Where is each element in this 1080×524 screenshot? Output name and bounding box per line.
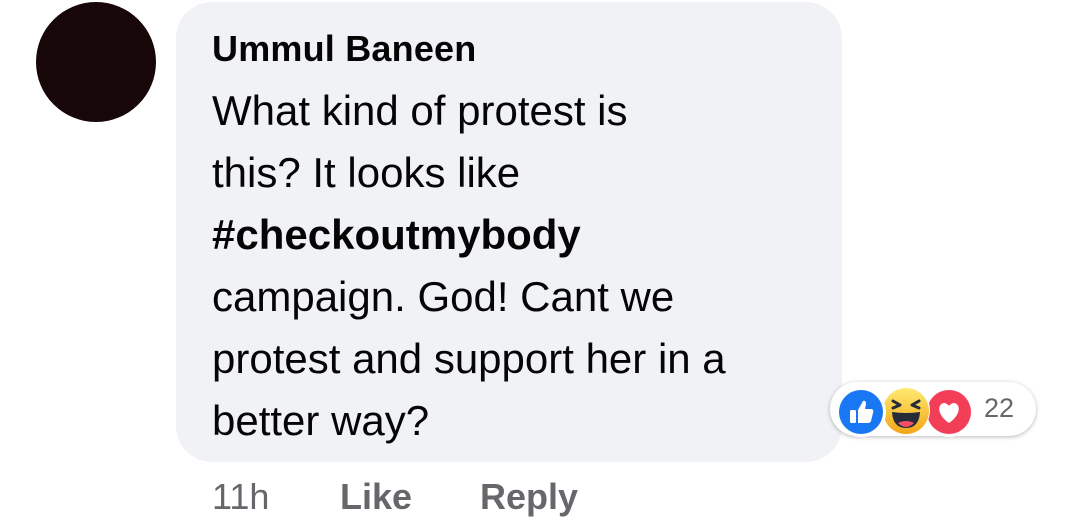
- comment-line: this? It looks like: [212, 149, 521, 196]
- love-icon: [924, 387, 974, 437]
- haha-icon: [880, 385, 930, 435]
- timestamp[interactable]: 11h: [212, 476, 269, 518]
- reaction-count: 22: [984, 393, 1015, 423]
- comment-line: protest and support her in a: [212, 335, 726, 382]
- comment-text: What kind of protest is this? It looks l…: [212, 80, 822, 452]
- like-button[interactable]: Like: [340, 476, 412, 518]
- comment-bubble: Ummul Baneen What kind of protest is thi…: [176, 2, 842, 462]
- like-icon: [836, 387, 886, 437]
- reactions-summary[interactable]: 22: [830, 382, 1036, 437]
- avatar[interactable]: [36, 2, 156, 122]
- comment-line: What kind of protest is: [212, 87, 628, 134]
- comment-author[interactable]: Ummul Baneen: [212, 28, 476, 70]
- comment-line: better way?: [212, 397, 430, 444]
- reply-button[interactable]: Reply: [480, 476, 578, 518]
- hashtag-link[interactable]: #checkoutmybody: [212, 204, 822, 266]
- comment-line: campaign. God! Cant we: [212, 273, 675, 320]
